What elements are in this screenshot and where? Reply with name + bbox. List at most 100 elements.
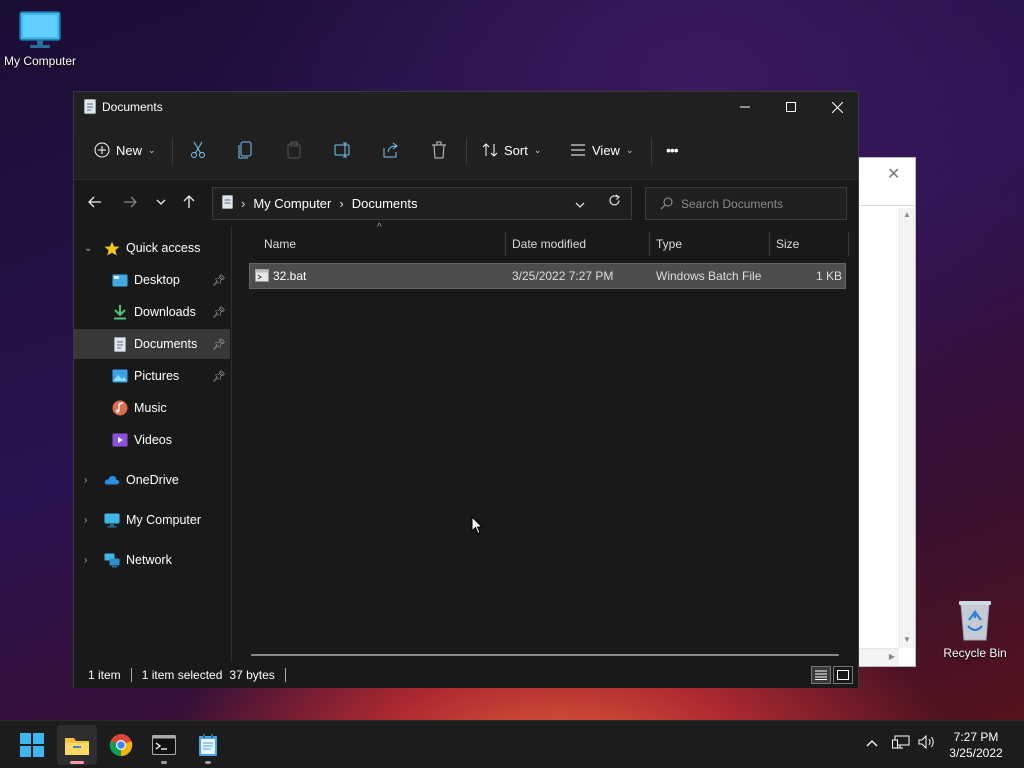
sidebar-item-label: OneDrive <box>126 473 179 487</box>
address-dropdown-button[interactable] <box>575 196 585 211</box>
search-box[interactable]: Search Documents <box>645 187 847 220</box>
pin-icon[interactable]: 📌︎ <box>212 338 226 351</box>
taskbar-notepad[interactable] <box>188 725 228 765</box>
taskbar-file-explorer[interactable] <box>57 725 97 765</box>
terminal-icon <box>152 735 176 755</box>
chevron-right-icon[interactable]: › <box>84 555 87 566</box>
more-options-button[interactable]: ••• <box>666 134 679 166</box>
sort-button[interactable]: Sort ⌄ <box>482 134 541 166</box>
view-button[interactable]: View ⌄ <box>570 134 634 166</box>
clock-date: 3/25/2022 <box>949 746 1003 760</box>
file-list[interactable]: ^ Name Date modified Type Size 32.bat 3/… <box>234 222 858 662</box>
new-button[interactable]: New ⌄ <box>94 134 156 166</box>
sidebar-item-pictures[interactable]: Pictures 📌︎ <box>74 361 230 391</box>
scroll-down-icon[interactable]: ▼ <box>903 635 911 644</box>
desktop-icon-recycle-bin[interactable]: Recycle Bin <box>935 598 1015 660</box>
sort-icon <box>482 143 498 157</box>
forward-button[interactable] <box>117 189 143 215</box>
trash-icon <box>432 141 446 159</box>
horizontal-scrollbar[interactable]: ▶ <box>857 648 899 666</box>
breadcrumb-documents[interactable]: Documents <box>352 196 418 211</box>
mouse-cursor-icon <box>471 516 483 535</box>
selection-size: 37 bytes <box>229 668 275 682</box>
sidebar-item-label: Network <box>126 553 172 567</box>
clock[interactable]: 7:27 PM 3/25/2022 <box>936 729 1016 761</box>
sidebar-item-quick-access[interactable]: ⌄ Quick access <box>74 233 230 263</box>
up-button[interactable] <box>176 189 202 215</box>
desktop-icon <box>112 272 128 288</box>
video-icon <box>112 432 128 448</box>
desktop-icon-label: Recycle Bin <box>943 646 1007 660</box>
chevron-up-icon <box>866 740 878 747</box>
search-icon <box>660 197 673 210</box>
paste-button[interactable] <box>286 134 302 166</box>
start-button[interactable] <box>12 725 52 765</box>
sidebar-item-desktop[interactable]: Desktop 📌︎ <box>74 265 230 295</box>
start-icon <box>20 733 44 757</box>
address-bar[interactable]: › My Computer › Documents <box>212 187 632 220</box>
breadcrumb-my-computer[interactable]: My Computer <box>253 196 331 211</box>
arrow-up-icon <box>183 195 195 208</box>
search-placeholder: Search Documents <box>681 196 784 211</box>
sidebar-item-my-computer[interactable]: › My Computer <box>74 505 230 535</box>
view-list-icon <box>571 144 585 156</box>
close-button[interactable] <box>814 92 860 122</box>
file-name: 32.bat <box>273 269 307 283</box>
cut-button[interactable] <box>190 134 206 166</box>
delete-button[interactable] <box>431 134 447 166</box>
show-hidden-icons-button[interactable] <box>866 735 878 750</box>
details-view-icon <box>815 670 827 680</box>
recent-locations-button[interactable] <box>148 189 174 215</box>
copy-button[interactable] <box>238 134 254 166</box>
pin-icon[interactable]: 📌︎ <box>212 306 226 319</box>
rename-button[interactable] <box>334 134 352 166</box>
computer-icon <box>19 11 61 48</box>
scroll-up-icon[interactable]: ▲ <box>903 210 911 219</box>
sidebar-item-music[interactable]: Music <box>74 393 230 423</box>
close-icon[interactable]: ✕ <box>887 164 900 184</box>
sidebar-item-network[interactable]: › Network <box>74 545 230 575</box>
recycle-bin-icon <box>959 601 991 641</box>
horizontal-scrollbar[interactable] <box>251 654 839 656</box>
sidebar-item-downloads[interactable]: Downloads 📌︎ <box>74 297 230 327</box>
clock-time: 7:27 PM <box>953 730 999 744</box>
taskbar-terminal[interactable] <box>144 725 184 765</box>
chevron-right-icon[interactable]: › <box>84 475 87 486</box>
document-icon <box>112 336 128 352</box>
scissors-icon <box>191 141 205 158</box>
table-row[interactable]: 32.bat 3/25/2022 7:27 PM Windows Batch F… <box>249 263 846 289</box>
minimize-button[interactable] <box>722 92 768 122</box>
volume-button[interactable] <box>918 734 936 752</box>
column-header-name[interactable]: Name <box>264 232 296 256</box>
chevron-down-icon[interactable]: ⌄ <box>84 243 92 254</box>
chevron-right-icon[interactable]: › <box>84 515 87 526</box>
file-explorer-window[interactable]: Documents New ⌄ Sort ⌄ View ⌄ ••• › My C… <box>73 91 859 688</box>
sidebar-item-documents[interactable]: Documents 📌︎ <box>74 329 230 359</box>
sidebar-item-videos[interactable]: Videos <box>74 425 230 455</box>
back-button[interactable] <box>82 189 108 215</box>
desktop-icon-my-computer[interactable]: My Computer <box>0 10 80 68</box>
tiles-view-button[interactable] <box>833 666 853 684</box>
pin-icon[interactable]: 📌︎ <box>212 274 226 287</box>
column-header-type[interactable]: Type <box>656 232 682 256</box>
refresh-button[interactable] <box>608 194 621 210</box>
pin-icon[interactable]: 📌︎ <box>212 370 226 383</box>
maximize-button[interactable] <box>768 92 814 122</box>
column-header-label: Type <box>656 237 683 251</box>
cloud-icon <box>104 472 120 488</box>
details-view-button[interactable] <box>811 666 831 684</box>
copy-icon <box>238 141 252 159</box>
column-header-label: Name <box>264 237 297 251</box>
column-header-date-modified[interactable]: Date modified <box>512 232 586 256</box>
taskbar-chrome[interactable] <box>101 725 141 765</box>
network-status-button[interactable] <box>892 735 910 752</box>
scroll-right-icon[interactable]: ▶ <box>889 652 895 661</box>
title-bar[interactable]: Documents <box>74 92 858 122</box>
vertical-scrollbar[interactable]: ▲ ▼ <box>899 208 915 648</box>
background-window[interactable]: ✕ ▲ ▼ ▶ <box>856 157 916 667</box>
chrome-icon <box>109 734 133 757</box>
column-header-size[interactable]: Size <box>776 232 799 256</box>
file-date-modified: 3/25/2022 7:27 PM <box>512 269 614 283</box>
sidebar-item-onedrive[interactable]: › OneDrive <box>74 465 230 495</box>
share-button[interactable] <box>383 134 399 166</box>
